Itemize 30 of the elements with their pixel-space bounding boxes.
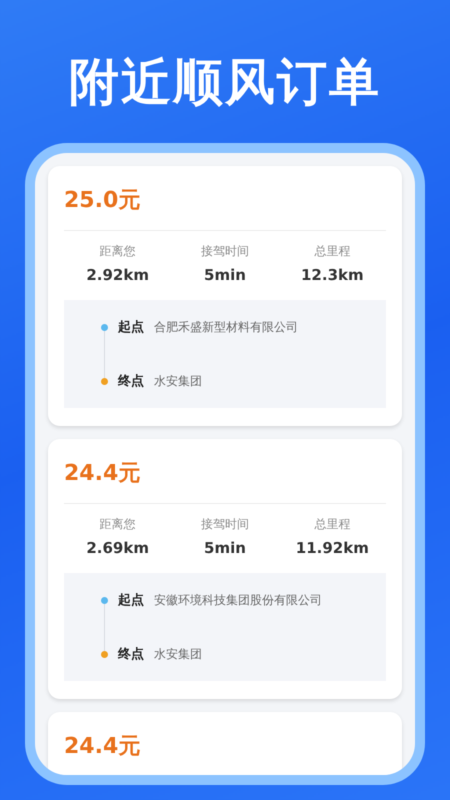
order-card[interactable]: 24.4元 距离您 2.69km 接驾时间 5min 总里程 11.92km 起点 安徽环境科技集团股份有限公司 终点 水安集团 [48,439,402,699]
stat-label: 接驾时间 [200,516,249,533]
route-place: 合肥禾盛新型材料有限公司 [154,318,298,336]
route-dot-icon [101,378,108,384]
route-dot-icon [101,324,108,330]
headline: 附近顺风订单 [69,52,381,113]
order-card[interactable]: 25.0元 距离您 2.92km 接驾时间 5min 总里程 12.3km 起点 合肥禾盛新型材料有限公司 终点 水安集团 [48,166,402,426]
route-tag: 起点 [118,591,144,609]
stat-label: 总里程 [314,516,350,533]
stat-label: 总里程 [314,243,350,260]
route-place: 水安集团 [154,372,202,390]
route-dot-icon [101,650,108,658]
stat-label: 接驾时间 [200,243,249,260]
route-tag: 起点 [118,318,144,336]
stat-value: 2.69km [86,539,149,557]
route-place: 安徽环境科技集团股份有限公司 [154,592,322,608]
stat-value: 11.92km [296,539,369,557]
stat-label: 距离您 [100,243,136,260]
stat-value: 12.3km [301,266,364,284]
route-dot-icon [101,596,108,604]
stat-value: 2.92km [86,266,149,284]
stat-label: 距离您 [100,516,136,533]
order-price: 24.4元 [64,733,142,761]
stat-value: 5min [204,266,246,284]
stat-value: 5min [204,539,246,557]
order-price: 25.0元 [64,187,142,215]
route-tag: 终点 [118,372,144,390]
route-place: 水安集团 [154,646,202,662]
order-price: 24.4元 [64,460,142,488]
route-tag: 终点 [118,645,144,663]
